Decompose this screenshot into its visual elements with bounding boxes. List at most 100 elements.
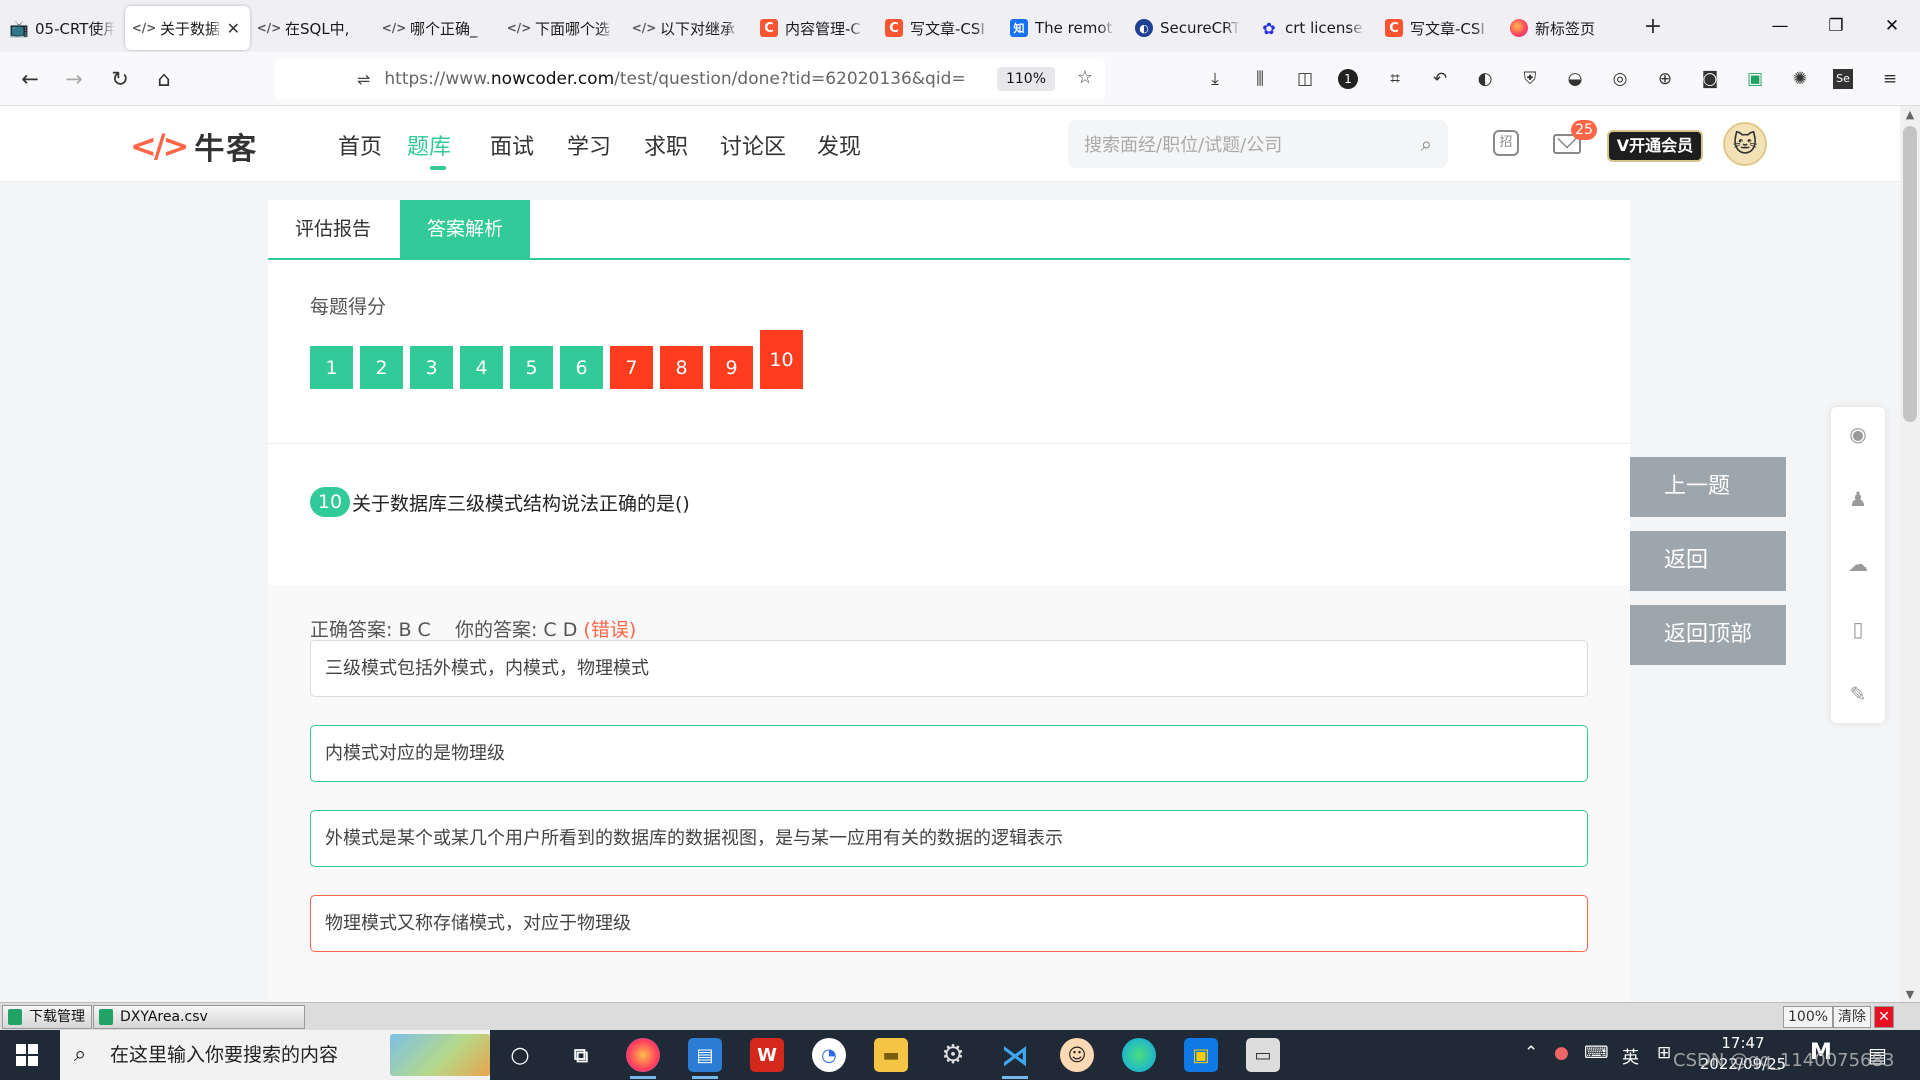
tab-evaluation-report[interactable]: 评估报告 bbox=[268, 200, 398, 258]
site-logo[interactable]: </> 牛客 bbox=[130, 124, 258, 168]
browser-tab[interactable]: </> 在SQL中, bbox=[250, 6, 375, 50]
wps-taskbar-icon[interactable]: W bbox=[750, 1038, 784, 1072]
scrollbar-thumb[interactable] bbox=[1903, 126, 1917, 422]
avatar[interactable]: 🐱 bbox=[1723, 122, 1767, 166]
winrar-taskbar-icon[interactable]: ▤ bbox=[688, 1038, 722, 1079]
translate-icon[interactable]: ⊕ bbox=[1653, 67, 1677, 91]
permissions-icon[interactable]: ⇌ bbox=[357, 70, 370, 89]
password-manager-icon[interactable]: 1 bbox=[1338, 69, 1358, 89]
edge-taskbar-icon[interactable] bbox=[1122, 1038, 1156, 1072]
back-to-top-button[interactable]: 返回顶部 bbox=[1630, 605, 1786, 665]
site-search-input[interactable]: 搜索面经/职位/试题/公司 ⌕ bbox=[1068, 120, 1448, 168]
score-square[interactable]: 3 bbox=[410, 346, 453, 389]
sidebar-icon[interactable]: ◫ bbox=[1293, 67, 1317, 91]
score-square[interactable]: 1 bbox=[310, 346, 353, 389]
cortana-icon[interactable]: ○ bbox=[503, 1038, 537, 1072]
mobile-icon[interactable]: ▯ bbox=[1845, 616, 1871, 642]
nav-item[interactable]: 面试 bbox=[490, 129, 534, 161]
previous-question-button[interactable]: 上一题 bbox=[1630, 457, 1786, 517]
remote-desktop-icon[interactable]: ▣ bbox=[1184, 1038, 1218, 1072]
browser-tab[interactable]: C 写文章-CSI bbox=[875, 6, 1000, 50]
privacy-icon[interactable]: ◒ bbox=[1563, 67, 1587, 91]
browser-tab[interactable]: 知 The remot bbox=[1000, 6, 1125, 50]
nav-item[interactable]: 学习 bbox=[567, 129, 611, 161]
download-file-item[interactable]: DXYArea.csv bbox=[93, 1005, 305, 1029]
browser-tab[interactable]: </> 以下对继承 bbox=[625, 6, 750, 50]
browser-tab[interactable]: 📺 05-CRT使用 bbox=[0, 6, 125, 50]
score-square[interactable]: 4 bbox=[460, 346, 503, 389]
firefox-taskbar-icon[interactable] bbox=[626, 1038, 660, 1079]
keyboard-icon[interactable]: ⌨ bbox=[1584, 1043, 1609, 1063]
bookmark-star-icon[interactable]: ☆ bbox=[1077, 67, 1093, 88]
settings-gear-icon[interactable]: ⚙ bbox=[936, 1038, 970, 1072]
securecrt-taskbar-icon[interactable]: ▭ bbox=[1246, 1038, 1280, 1072]
browser-tab[interactable]: </> 关于数据 ✕ bbox=[125, 6, 250, 50]
selenium-icon[interactable]: Se bbox=[1833, 69, 1853, 89]
answer-option[interactable]: 三级模式包括外模式，内模式，物理模式 bbox=[310, 640, 1588, 697]
restore-button[interactable]: ❐ bbox=[1808, 0, 1864, 52]
score-square[interactable]: 8 bbox=[660, 346, 703, 389]
close-download-bar-icon[interactable]: ✕ bbox=[1874, 1006, 1894, 1028]
tray-expand-icon[interactable]: ⌃ bbox=[1524, 1043, 1538, 1063]
scroll-up-icon[interactable]: ▲ bbox=[1902, 108, 1918, 124]
browser-tab[interactable]: 新标签页 bbox=[1500, 6, 1625, 50]
browser-taskbar-icon[interactable]: ◔ bbox=[812, 1038, 846, 1072]
score-square[interactable]: 5 bbox=[510, 346, 553, 389]
vertical-scrollbar[interactable]: ▲ ▼ bbox=[1900, 106, 1920, 1006]
download-manager-item[interactable]: 下载管理 bbox=[2, 1005, 92, 1029]
score-square[interactable]: 2 bbox=[360, 346, 403, 389]
browser-tab[interactable]: C 内容管理-C bbox=[750, 6, 875, 50]
new-tab-button[interactable]: + bbox=[1633, 14, 1673, 39]
browser-tab[interactable]: </> 哪个正确_ bbox=[375, 6, 500, 50]
reload-icon[interactable]: ↻ bbox=[106, 65, 134, 93]
nav-item[interactable]: 题库 bbox=[407, 129, 451, 161]
weibo-icon[interactable]: ◉ bbox=[1845, 421, 1871, 447]
score-square[interactable]: 10 bbox=[760, 330, 803, 389]
windows-start-icon[interactable] bbox=[16, 1044, 38, 1066]
clear-downloads-button[interactable]: 清除 bbox=[1833, 1006, 1871, 1028]
taskbar-search[interactable]: ⌕ 在这里输入你要搜索的内容 bbox=[60, 1030, 490, 1080]
nav-item[interactable]: 讨论区 bbox=[720, 129, 786, 161]
download-icon[interactable]: ⤓ bbox=[1203, 67, 1227, 91]
nav-item[interactable]: 首页 bbox=[338, 129, 382, 161]
undo-icon[interactable]: ↶ bbox=[1428, 67, 1452, 91]
vip-button[interactable]: V开通会员 bbox=[1607, 130, 1703, 162]
score-square[interactable]: 7 bbox=[610, 346, 653, 389]
task-view-icon[interactable]: ⧉ bbox=[564, 1038, 598, 1072]
answer-option[interactable]: 物理模式又称存储模式，对应于物理级 bbox=[310, 895, 1588, 952]
tab-answer-analysis[interactable]: 答案解析 bbox=[400, 200, 530, 258]
browser-tab[interactable]: C 写文章-CSI bbox=[1375, 6, 1500, 50]
home-icon[interactable]: ⌂ bbox=[150, 65, 178, 93]
vscode-taskbar-icon[interactable]: ⋊ bbox=[998, 1038, 1032, 1079]
anime-app-icon[interactable]: ☺ bbox=[1060, 1038, 1094, 1072]
answer-option[interactable]: 内模式对应的是物理级 bbox=[310, 725, 1588, 782]
wechat-icon[interactable]: ☁ bbox=[1845, 551, 1871, 577]
adblock-icon[interactable]: ⛨ bbox=[1518, 67, 1542, 91]
browser-tab[interactable]: ✿ crt license bbox=[1250, 6, 1375, 50]
ime-grid-icon[interactable]: ⊞ bbox=[1657, 1043, 1671, 1063]
nav-item[interactable]: 求职 bbox=[644, 129, 688, 161]
close-tab-icon[interactable]: ✕ bbox=[227, 19, 240, 38]
score-square[interactable]: 9 bbox=[710, 346, 753, 389]
browser-tab[interactable]: ◐ SecureCRT bbox=[1125, 6, 1250, 50]
extension-icon[interactable]: ◐ bbox=[1473, 67, 1497, 91]
sync-icon[interactable]: ◎ bbox=[1608, 67, 1632, 91]
file-explorer-icon[interactable]: ▬ bbox=[874, 1038, 908, 1072]
back-icon[interactable]: ← bbox=[16, 65, 44, 93]
search-icon[interactable]: ⌕ bbox=[1421, 132, 1432, 156]
feedback-icon[interactable]: ✎ bbox=[1845, 681, 1871, 707]
qq-icon[interactable]: ♟ bbox=[1845, 486, 1871, 512]
library-icon[interactable]: ⫼ bbox=[1248, 67, 1272, 91]
forward-icon[interactable]: → bbox=[60, 65, 88, 93]
screenshot-crop-icon[interactable]: ⌗ bbox=[1383, 67, 1407, 91]
back-button[interactable]: 返回 bbox=[1630, 531, 1786, 591]
browser-tab[interactable]: </> 下面哪个选 bbox=[500, 6, 625, 50]
score-square[interactable]: 6 bbox=[560, 346, 603, 389]
close-window-button[interactable]: ✕ bbox=[1864, 0, 1920, 52]
chatgpt-icon[interactable]: ✺ bbox=[1788, 67, 1812, 91]
menu-icon[interactable]: ≡ bbox=[1878, 67, 1902, 91]
ime-indicator[interactable]: 英 bbox=[1622, 1043, 1639, 1068]
answer-option[interactable]: 外模式是某个或某几个用户所看到的数据库的数据视图，是与某一应用有关的数据的逻辑表… bbox=[310, 810, 1588, 867]
zoom-level[interactable]: 110% bbox=[996, 67, 1055, 91]
reader-icon[interactable]: ◙ bbox=[1698, 67, 1722, 91]
